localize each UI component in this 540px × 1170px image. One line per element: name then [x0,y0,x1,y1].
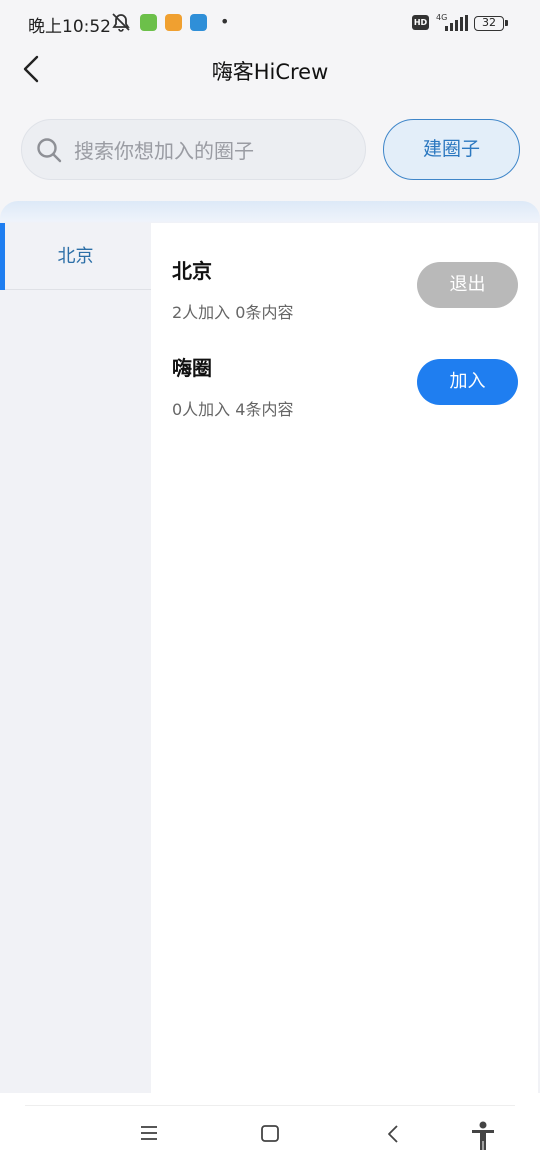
circle-name: 北京 [172,259,212,283]
hd-badge: HD [412,15,429,30]
main-content: 北京 北京 2人加入 0条内容 退出 嗨圈 0人加入 4条内容 加入 [0,201,540,1093]
accessibility-icon[interactable] [470,1121,496,1155]
browser-app-icon [190,14,207,31]
search-placeholder: 搜索你想加入的圈子 [74,139,254,163]
header: 嗨客HiCrew [0,46,540,100]
circle-list: 北京 2人加入 0条内容 退出 嗨圈 0人加入 4条内容 加入 [151,223,538,1093]
menu-icon[interactable] [139,1125,159,1145]
circle-name: 嗨圈 [172,356,212,380]
search-input[interactable]: 搜索你想加入的圈子 [21,119,366,180]
signal-icon [444,15,468,35]
home-icon[interactable] [260,1125,280,1147]
more-notifications-icon: • [220,12,230,31]
status-bar: 晚上10:52 • HD 4G 32 [0,0,540,46]
back-nav-icon[interactable] [386,1125,400,1147]
status-time: 晚上10:52 [28,17,111,37]
page-title: 嗨客HiCrew [211,60,329,84]
circle-stats: 0人加入 4条内容 [172,400,294,419]
list-item[interactable]: 嗨圈 0人加入 4条内容 加入 [151,320,538,419]
search-icon [37,137,62,162]
system-navigation-bar [0,1093,540,1170]
category-item-beijing[interactable]: 北京 [0,223,151,290]
mute-alarm-icon [110,12,132,36]
quit-circle-button[interactable]: 退出 [417,262,518,308]
wechat-app-icon [140,14,157,31]
battery-icon: 32 [474,16,508,31]
category-sidebar: 北京 [0,223,151,1093]
create-circle-button[interactable]: 建圈子 [383,119,520,180]
divider [25,1105,515,1106]
join-circle-button[interactable]: 加入 [417,359,518,405]
gallery-app-icon [165,14,182,31]
list-item[interactable]: 北京 2人加入 0条内容 退出 [151,223,538,322]
